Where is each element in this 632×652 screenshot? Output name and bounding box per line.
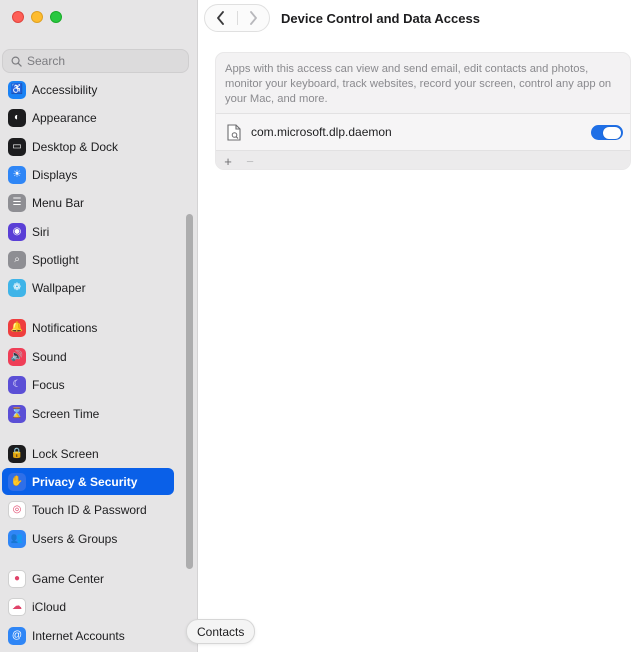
- minimize-button[interactable]: [31, 11, 43, 23]
- sidebar-item-accessibility[interactable]: ♿ Accessibility: [2, 76, 174, 103]
- menu-bar-icon: ☰: [8, 193, 26, 212]
- zoom-button[interactable]: [50, 11, 62, 23]
- window-controls: [12, 11, 62, 23]
- close-button[interactable]: [12, 11, 24, 23]
- add-app-button[interactable]: +: [222, 154, 234, 169]
- sidebar-item-screen-time[interactable]: ⌛ Screen Time: [2, 400, 174, 427]
- sidebar-item-sound[interactable]: 🔊 Sound: [2, 343, 174, 370]
- toolbar: Device Control and Data Access: [199, 0, 632, 36]
- sound-icon: 🔊: [8, 347, 26, 366]
- sidebar-item-label: Wallpaper: [32, 280, 86, 295]
- sidebar-item-label: Notifications: [32, 320, 98, 335]
- appearance-icon: ◐: [8, 108, 26, 127]
- sidebar-item-label: Desktop & Dock: [32, 139, 119, 154]
- sidebar-item-displays[interactable]: ☀ Displays: [2, 161, 174, 188]
- search-placeholder: Search: [27, 54, 66, 68]
- app-name: com.microsoft.dlp.daemon: [251, 125, 392, 139]
- sidebar-item-wallpaper[interactable]: ❁ Wallpaper: [2, 274, 174, 301]
- sidebar-scrollbar[interactable]: [186, 214, 193, 569]
- search-icon: [11, 56, 22, 67]
- sidebar-item-label: Game Center: [32, 571, 105, 586]
- sidebar-item-icloud[interactable]: ☁ iCloud: [2, 593, 174, 620]
- sidebar-item-label: Displays: [32, 167, 78, 182]
- sidebar-item-label: Screen Time: [32, 406, 100, 421]
- sidebar-item-menu-bar[interactable]: ☰ Menu Bar: [2, 189, 174, 216]
- sidebar-item-label: Menu Bar: [32, 195, 85, 210]
- sidebar-item-label: iCloud: [32, 599, 67, 614]
- document-icon: [227, 124, 241, 141]
- sidebar-item-label: Internet Accounts: [32, 628, 125, 643]
- sidebar-item-label: Appearance: [32, 110, 97, 125]
- sidebar-item-label: Lock Screen: [32, 446, 99, 461]
- sidebar-item-notifications[interactable]: 🔔 Notifications: [2, 314, 174, 341]
- displays-icon: ☀: [8, 165, 26, 184]
- sidebar-item-game-center[interactable]: ● Game Center: [2, 565, 174, 592]
- sidebar-item-label: Sound: [32, 349, 67, 364]
- accessibility-icon: ♿: [8, 80, 26, 99]
- spotlight-icon: ⌕: [8, 250, 26, 269]
- page-title: Device Control and Data Access: [281, 11, 480, 26]
- sidebar-item-focus[interactable]: ☾ Focus: [2, 371, 174, 398]
- sidebar: Search ♿ Accessibility ◐ Appearance ▭ Desktop…: [0, 0, 198, 652]
- sidebar-item-users-groups[interactable]: 👥 Users & Groups: [2, 525, 174, 552]
- forward-button[interactable]: [237, 5, 269, 31]
- sidebar-item-label: Touch ID & Password: [32, 502, 147, 517]
- siri-icon: ◉: [8, 222, 26, 241]
- users-groups-icon: 👥: [8, 529, 26, 548]
- privacy-hand-icon: ✋: [8, 472, 26, 491]
- back-chevron-icon: [217, 11, 225, 25]
- game-center-icon: ●: [8, 569, 26, 588]
- sidebar-item-label: Users & Groups: [32, 531, 118, 546]
- lock-screen-icon: 🔒: [8, 444, 26, 463]
- wallpaper-icon: ❁: [8, 278, 26, 297]
- panel-footer: + −: [216, 150, 630, 169]
- notifications-icon: 🔔: [8, 318, 26, 337]
- sidebar-item-label: Focus: [32, 377, 65, 392]
- search-input[interactable]: Search: [2, 49, 189, 73]
- sidebar-item-desktop-dock[interactable]: ▭ Desktop & Dock: [2, 133, 174, 160]
- sidebar-item-label: Accessibility: [32, 82, 98, 97]
- sidebar-item-touch-id-password[interactable]: ◎ Touch ID & Password: [2, 496, 174, 523]
- forward-chevron-icon: [249, 11, 257, 25]
- sidebar-item-label: Privacy & Security: [32, 474, 138, 489]
- access-toggle[interactable]: [591, 125, 623, 140]
- toggle-knob: [603, 126, 621, 139]
- app-row[interactable]: com.microsoft.dlp.daemon: [216, 114, 630, 150]
- back-button[interactable]: [205, 5, 237, 31]
- sidebar-item-spotlight[interactable]: ⌕ Spotlight: [2, 246, 174, 273]
- sidebar-item-internet-accounts[interactable]: @ Internet Accounts: [2, 622, 174, 649]
- sidebar-item-lock-screen[interactable]: 🔒 Lock Screen: [2, 440, 174, 467]
- sidebar-item-appearance[interactable]: ◐ Appearance: [2, 104, 174, 131]
- screen-time-icon: ⌛: [8, 404, 26, 423]
- access-description: Apps with this access can view and send …: [225, 63, 612, 105]
- desktop-dock-icon: ▭: [8, 137, 26, 156]
- main-content: Device Control and Data Access Apps with…: [199, 0, 632, 652]
- internet-accounts-icon: @: [8, 626, 26, 645]
- sidebar-item-label: Siri: [32, 224, 50, 239]
- remove-app-button[interactable]: −: [244, 154, 256, 169]
- touch-id-icon: ◎: [8, 500, 26, 519]
- sidebar-item-siri[interactable]: ◉ Siri: [2, 218, 174, 245]
- navigation-buttons: [204, 4, 270, 32]
- access-panel: Apps with this access can view and send …: [215, 52, 631, 170]
- sidebar-item-label: Spotlight: [32, 252, 79, 267]
- focus-icon: ☾: [8, 375, 26, 394]
- tooltip: Contacts: [186, 619, 256, 644]
- sidebar-item-privacy-security[interactable]: ✋ Privacy & Security: [2, 468, 174, 495]
- icloud-icon: ☁: [8, 597, 26, 616]
